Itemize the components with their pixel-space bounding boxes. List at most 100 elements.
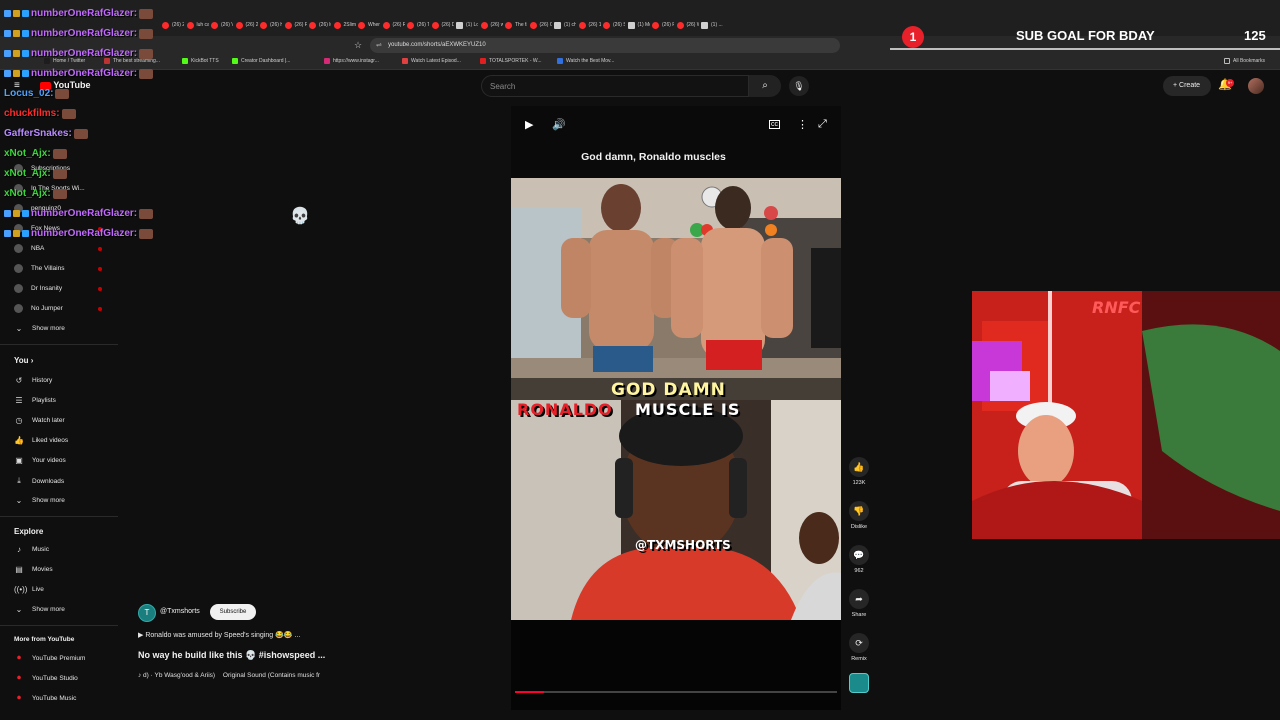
- related-video-link[interactable]: ▶ Ronaldo was amused by Speed's singing …: [138, 631, 300, 639]
- sidebar-item-playlists[interactable]: ☰ Playlists: [14, 396, 55, 405]
- browser-tab[interactable]: (26) VRI...: [211, 17, 233, 33]
- channel-avatar: [14, 304, 23, 313]
- tab-title: (1) chan...: [564, 22, 576, 28]
- browser-tab[interactable]: (1) ...: [701, 17, 723, 33]
- like-button[interactable]: 👍 123K: [845, 457, 873, 486]
- you-show-more[interactable]: ⌄ Show more: [14, 496, 65, 505]
- sidebar-item-liked-videos[interactable]: 👍 Liked videos: [14, 436, 68, 445]
- chat-badge-icon: [4, 70, 11, 77]
- sidebar-item-your-videos[interactable]: ▣ Your videos: [14, 456, 66, 465]
- subscribe-button[interactable]: Subscribe: [210, 604, 256, 620]
- sidebar-item-history[interactable]: ↺ History: [14, 376, 53, 385]
- all-bookmarks[interactable]: All Bookmarks: [1224, 58, 1265, 64]
- sidebar-item-music[interactable]: ♪ Music: [14, 545, 49, 554]
- browser-tab[interactable]: luh calm...: [186, 17, 209, 33]
- tab-favicon-icon: [358, 21, 365, 29]
- sidebar-subscription[interactable]: No Jumper: [14, 304, 63, 313]
- search-button[interactable]: ⌕: [749, 75, 781, 97]
- sidebar-subscription[interactable]: The Villains: [14, 264, 64, 273]
- create-button[interactable]: + Create: [1163, 76, 1211, 96]
- dislike-button[interactable]: 👎 Dislike: [845, 501, 873, 530]
- sidebar-item-youtube-premium[interactable]: ⏺ YouTube Premium: [14, 653, 85, 663]
- chat-badge-icon: [13, 210, 20, 217]
- bookmark-item[interactable]: Watch the Best Mov...: [557, 58, 614, 64]
- browser-tab[interactable]: (26) Pu...: [652, 17, 674, 33]
- play-icon[interactable]: ▶: [525, 118, 533, 131]
- sidebar-item-history-label: History: [32, 377, 53, 384]
- short-title[interactable]: No way he build like this 💀 #ishowspeed …: [138, 650, 325, 661]
- browser-tab[interactable]: (26) 25...: [162, 17, 184, 33]
- browser-tab[interactable]: (1) Mo...: [627, 17, 650, 33]
- captions-icon[interactable]: cc: [769, 120, 780, 129]
- bookmark-star-icon[interactable]: ☆: [354, 40, 362, 51]
- remix-button[interactable]: ⟳ Remix: [845, 633, 873, 662]
- bookmark-item[interactable]: Creator Dashboard |...: [232, 58, 290, 64]
- search-icon: ⌕: [762, 80, 768, 91]
- you-section-heading[interactable]: You ›: [14, 356, 33, 365]
- progress-track[interactable]: [515, 691, 837, 693]
- tab-title: (26) wild...: [490, 22, 503, 28]
- sidebar-item-live[interactable]: ((•)) Live: [14, 585, 44, 594]
- browser-tab[interactable]: (26) Clip...: [529, 17, 552, 33]
- sound-thumbnail[interactable]: [849, 673, 869, 693]
- browser-tab[interactable]: (1) Lon t...: [456, 17, 478, 33]
- bookmark-item[interactable]: Watch Latest Episod...: [402, 58, 461, 64]
- browser-tab[interactable]: Where t...: [358, 17, 380, 33]
- fullscreen-icon[interactable]: ⤢: [818, 118, 827, 131]
- sidebar-subscription[interactable]: Dr Insanity: [14, 284, 62, 293]
- browser-tab[interactable]: (26) luh...: [309, 17, 331, 33]
- browser-tab[interactable]: (26) wild...: [480, 17, 503, 33]
- tab-title: luh calm...: [196, 22, 209, 28]
- live-indicator-icon: [98, 267, 102, 271]
- sidebar-item-youtube-music[interactable]: ⏺ YouTube Music: [14, 693, 76, 703]
- browser-tab[interactable]: (1) chan...: [554, 17, 576, 33]
- tab-title: (1) Lon t...: [466, 22, 478, 28]
- channel-name[interactable]: @Txmshorts: [160, 608, 200, 615]
- chat-username: numberOneRafGlazer:: [31, 8, 138, 19]
- bookmark-item[interactable]: https://www.instagr...: [324, 58, 379, 64]
- browser-tab[interactable]: The fam...: [505, 17, 527, 33]
- chat-username: chuckfilms:: [4, 108, 60, 119]
- search-input[interactable]: Search: [481, 75, 749, 97]
- sidebar-item-watch-later[interactable]: ◷ Watch later: [14, 416, 65, 425]
- bookmark-item[interactable]: KickBot TTS: [182, 58, 219, 64]
- audio-info[interactable]: ♪ d) · Yb Wasg'ood & Ariis) Original Sou…: [138, 672, 320, 679]
- comments-button[interactable]: 💬 962: [845, 545, 873, 574]
- audio-track: Original Sound (Contains music fr: [222, 672, 321, 679]
- bookmark-item[interactable]: TOTALSPORTEK - W...: [480, 58, 542, 64]
- short-video-frame[interactable]: GOD DAMN RONALDO MUSCLE IS @TXMSHORTS: [511, 178, 841, 620]
- sidebar-subscription[interactable]: NBA: [14, 244, 44, 253]
- sidebar-item-downloads[interactable]: ⤓ Downloads: [14, 476, 64, 486]
- sidebar-item-youtube-studio[interactable]: ⏺ YouTube Studio: [14, 673, 78, 683]
- bookmark-favicon-icon: [324, 58, 330, 64]
- browser-tab[interactable]: (26) 1on...: [578, 17, 601, 33]
- channel-avatar[interactable]: T: [138, 604, 156, 622]
- volume-icon[interactable]: 🔊: [552, 118, 566, 131]
- account-avatar[interactable]: [1248, 78, 1264, 94]
- youtube-app-icon: ⏺: [17, 673, 21, 682]
- dislike-label: Dislike: [850, 524, 868, 530]
- browser-tab[interactable]: (26) 25li...: [235, 17, 258, 33]
- browser-tab[interactable]: (26) HUI...: [260, 17, 282, 33]
- browser-tab[interactable]: (26) Real...: [382, 17, 405, 33]
- sidebar-item-movies[interactable]: ▤ Movies: [14, 565, 52, 574]
- all-bookmarks-label: All Bookmarks: [1233, 58, 1265, 64]
- site-info-icon[interactable]: ⇌: [376, 41, 382, 49]
- youtube-app-icon: ⏺: [17, 653, 21, 662]
- browser-tab[interactable]: (26) Pop...: [284, 17, 307, 33]
- voice-search-button[interactable]: 🎙: [789, 76, 809, 96]
- share-label: Share: [851, 612, 867, 618]
- chat-badge-icon: [22, 50, 29, 57]
- browser-tab[interactable]: 2Slimey: [333, 17, 356, 33]
- browser-tab[interactable]: (26) THE...: [407, 17, 429, 33]
- playlists-icon: ☰: [15, 396, 23, 405]
- browser-tab[interactable]: (26) Spe...: [603, 17, 625, 33]
- share-button[interactable]: ➦ Share: [845, 589, 873, 618]
- browser-tab[interactable]: (26) W...: [676, 17, 699, 33]
- more-options-icon[interactable]: ⋮: [797, 118, 808, 131]
- subscriptions-show-more[interactable]: ⌄ Show more: [14, 324, 65, 333]
- address-bar[interactable]: ⇌ youtube.com/shorts/aEXWKEYUZ10: [370, 38, 840, 53]
- browser-tab[interactable]: (26) Don...: [431, 17, 454, 33]
- notification-count: 9+: [1226, 79, 1234, 87]
- explore-show-more[interactable]: ⌄ Show more: [14, 605, 65, 614]
